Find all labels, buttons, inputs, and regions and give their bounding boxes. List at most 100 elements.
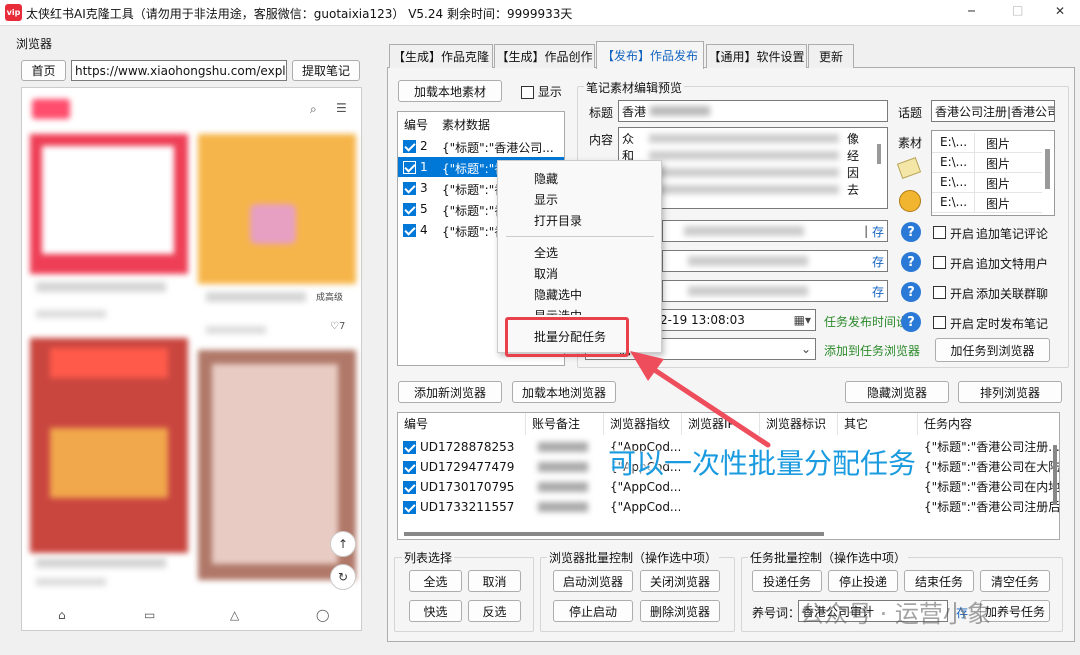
maximize-button[interactable]: □ (1012, 3, 1023, 17)
quick-select-button[interactable]: 快选 (409, 600, 462, 622)
table-row[interactable]: UD1733211557 {"AppCod... {"标题":"香港公司注册后... (398, 497, 1059, 517)
material-row-checkbox[interactable] (403, 182, 416, 195)
close-browser-button[interactable]: 关闭浏览器 (640, 570, 720, 592)
file-list-scrollbar[interactable] (1045, 149, 1050, 189)
show-label: 显示 (537, 85, 562, 99)
material-file-list: E:\... 图片 E:\... 图片 E:\... 图片 E:\... 图片 (931, 130, 1055, 216)
help-icon[interactable]: ? (901, 222, 921, 242)
title-blur (650, 106, 711, 116)
datetime-picker[interactable]: 2-19 13:08:03 ▦▾ (656, 309, 816, 331)
tab-create[interactable]: 【生成】作品创作 (494, 44, 595, 68)
field-row-5[interactable]: 存 (662, 280, 888, 302)
show-checkbox-box[interactable] (521, 86, 534, 99)
content-right-3: 因 (847, 166, 860, 180)
annotation-arrow (630, 351, 771, 448)
option-checkbox[interactable] (933, 286, 946, 299)
add-to-task-browser-link[interactable]: 添加到任务浏览器 (824, 342, 920, 359)
menu-icon[interactable]: ☰ (336, 101, 347, 115)
calendar-icon[interactable]: ▦▾ (794, 313, 811, 327)
file-path: E:\... (940, 155, 968, 169)
tab-update[interactable]: 更新 (808, 44, 854, 68)
tab-publish[interactable]: 【发布】作品发布 (596, 41, 704, 69)
tab-clone[interactable]: 【生成】作品克隆 (389, 44, 493, 68)
material-row-checkbox[interactable] (403, 203, 416, 216)
add-new-browser-button[interactable]: 添加新浏览器 (398, 381, 502, 403)
refresh-button[interactable]: ↻ (330, 564, 356, 590)
table-row-checkbox[interactable] (403, 501, 416, 514)
file-type: 图片 (986, 157, 1011, 171)
start-browser-button[interactable]: 启动浏览器 (553, 570, 633, 592)
save-link-3[interactable]: 存 (872, 283, 884, 300)
menu-show-selected[interactable]: 显示选中 (534, 307, 582, 315)
save-link-2[interactable]: 存 (872, 253, 884, 270)
menu-select-all[interactable]: 全选 (534, 244, 558, 261)
table-hscrollbar[interactable] (404, 532, 824, 536)
help-icon[interactable]: ? (901, 252, 921, 272)
save-link-1[interactable]: 存 (872, 223, 884, 240)
end-task-button[interactable]: 结束任务 (904, 570, 974, 592)
material-row[interactable]: 2 {"标题":"香港公司... (398, 136, 564, 156)
post-task-button[interactable]: 投递任务 (752, 570, 822, 592)
note-card-3[interactable] (30, 338, 188, 553)
select-all-button[interactable]: 全选 (409, 570, 462, 592)
menu-hide[interactable]: 隐藏 (534, 170, 558, 187)
table-vscrollbar[interactable] (1053, 445, 1057, 505)
menu-cancel[interactable]: 取消 (534, 265, 558, 282)
chevron-down-icon[interactable]: ⌄ (801, 342, 811, 356)
file-path: E:\... (940, 195, 968, 209)
table-row-checkbox[interactable] (403, 481, 416, 494)
menu-show[interactable]: 显示 (534, 191, 558, 208)
option-text: 定时发布笔记 (976, 317, 1049, 331)
arrange-browser-button[interactable]: 排列浏览器 (958, 381, 1062, 403)
material-row-checkbox[interactable] (403, 224, 416, 237)
bottom-nav-discover-icon[interactable]: ▭ (144, 608, 155, 622)
table-row-checkbox[interactable] (403, 461, 416, 474)
load-local-browser-button[interactable]: 加载本地浏览器 (512, 381, 616, 403)
close-button[interactable]: ✕ (1055, 4, 1065, 18)
show-checkbox[interactable]: 显示 (521, 83, 562, 100)
file-row-divider (932, 172, 1042, 173)
hide-browser-button[interactable]: 隐藏浏览器 (845, 381, 949, 403)
annotation-text: 可以一次性批量分配任务 (608, 447, 917, 480)
like-icon[interactable]: ♡7 (330, 321, 345, 332)
bottom-nav-profile-icon[interactable]: ◯ (316, 608, 329, 622)
file-col-divider (974, 173, 975, 193)
delete-browser-button[interactable]: 删除浏览器 (640, 600, 720, 622)
add-task-to-browser-button[interactable]: 加任务到浏览器 (935, 338, 1050, 362)
emoji-icon[interactable] (899, 190, 921, 212)
stop-post-button[interactable]: 停止投递 (828, 570, 898, 592)
material-row-checkbox[interactable] (403, 161, 416, 174)
home-button[interactable]: 首页 (21, 60, 66, 81)
title-input[interactable]: 香港 (618, 100, 888, 122)
cancel-select-button[interactable]: 取消 (468, 570, 521, 592)
option-checkbox[interactable] (933, 316, 946, 329)
extract-note-button[interactable]: 提取笔记 (292, 60, 360, 81)
note-card-1[interactable] (30, 134, 188, 274)
bottom-nav-home-icon[interactable]: ⌂ (58, 608, 66, 622)
field-row-4[interactable]: 存 (662, 250, 888, 272)
option-checkbox[interactable] (933, 256, 946, 269)
title-label: 标题 (589, 106, 614, 120)
topic-input[interactable]: 香港公司注册|香港公司 (931, 100, 1055, 122)
menu-hide-selected[interactable]: 隐藏选中 (534, 286, 582, 303)
material-row-checkbox[interactable] (403, 140, 416, 153)
search-icon[interactable]: ⌕ (310, 102, 317, 117)
stop-start-button[interactable]: 停止启动 (553, 600, 633, 622)
field-row-3[interactable]: | 存 (662, 220, 888, 242)
help-icon[interactable]: ? (901, 312, 921, 332)
option-checkbox[interactable] (933, 226, 946, 239)
invert-select-button[interactable]: 反选 (468, 600, 521, 622)
table-row-checkbox[interactable] (403, 441, 416, 454)
note-card-2[interactable] (198, 134, 356, 284)
menu-open-directory[interactable]: 打开目录 (534, 212, 582, 229)
clear-task-button[interactable]: 清空任务 (980, 570, 1050, 592)
help-icon[interactable]: ? (901, 282, 921, 302)
load-local-material-button[interactable]: 加载本地素材 (398, 80, 502, 102)
content-label: 内容 (589, 133, 614, 147)
bottom-nav-notify-icon[interactable]: △ (230, 608, 239, 622)
url-input[interactable]: https://www.xiaohongshu.com/explore (71, 60, 287, 81)
tab-settings[interactable]: 【通用】软件设置 (706, 44, 807, 68)
scroll-top-button[interactable]: ↑ (330, 531, 356, 557)
content-scrollbar[interactable] (877, 144, 881, 164)
minimize-button[interactable]: ─ (968, 4, 975, 18)
